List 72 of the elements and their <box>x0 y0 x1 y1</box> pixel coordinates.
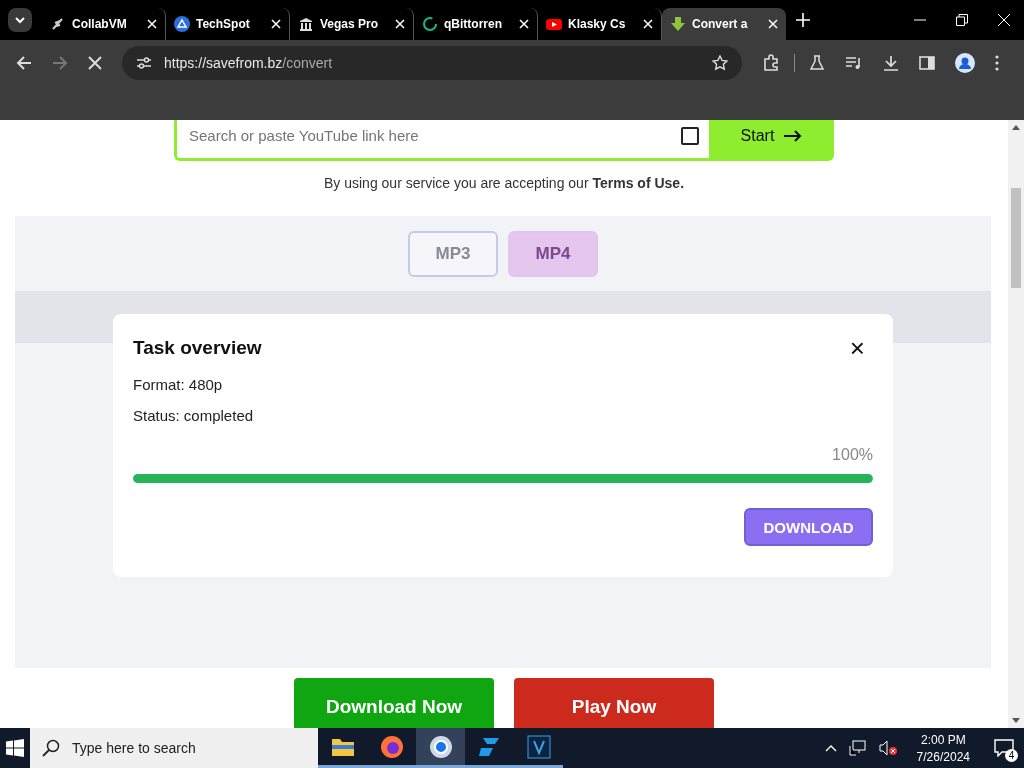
progress-percent: 100% <box>831 446 873 465</box>
arrow-right-icon <box>784 129 803 142</box>
clock-date: 7/26/2024 <box>916 749 970 764</box>
side-panel-icon[interactable] <box>919 54 935 71</box>
media-icon[interactable] <box>845 54 863 71</box>
tab-title: CollabVM <box>72 17 128 31</box>
browser-tab[interactable]: Convert a <box>662 8 786 40</box>
download-button[interactable]: DOWNLOAD <box>744 508 873 547</box>
close-icon[interactable] <box>271 19 281 29</box>
close-icon[interactable] <box>395 19 405 29</box>
site-icon <box>670 16 686 32</box>
notification-count: 4 <box>1005 749 1018 762</box>
dialog-title: Task overview <box>133 337 262 360</box>
start-button[interactable]: Start <box>709 120 834 162</box>
taskbar-app[interactable] <box>416 728 465 768</box>
action-button[interactable]: Play Now <box>514 678 714 728</box>
star-icon[interactable] <box>712 54 728 71</box>
address-bar[interactable]: https://savefrom.bz/convert <box>122 45 742 80</box>
app-icon <box>427 733 454 760</box>
v-icon <box>525 733 552 760</box>
site-icon <box>50 16 66 32</box>
scroll-down-icon[interactable] <box>1012 718 1020 724</box>
close-icon[interactable] <box>768 19 778 29</box>
tab-title: Klasky Cs <box>568 17 627 31</box>
search-field[interactable]: Search or paste YouTube link here <box>174 120 709 162</box>
close-icon[interactable] <box>998 14 1010 26</box>
tab-list-button[interactable] <box>8 8 32 32</box>
stop-icon[interactable] <box>88 55 102 70</box>
windows-start-icon[interactable] <box>6 739 24 757</box>
close-icon[interactable] <box>147 19 157 29</box>
chevron-down-icon <box>14 14 26 26</box>
scroll-thumb[interactable] <box>1011 188 1021 288</box>
close-icon[interactable] <box>643 19 653 29</box>
tab-title: TechSpot <box>196 17 251 31</box>
url-host: https://savefrom.bz <box>164 54 283 71</box>
flask-icon[interactable] <box>809 54 825 71</box>
profile-icon[interactable] <box>955 52 975 73</box>
checkbox-icon[interactable] <box>681 126 699 145</box>
new-tab-icon[interactable] <box>796 13 810 27</box>
search-icon <box>42 739 60 757</box>
site-settings-icon[interactable] <box>136 55 152 70</box>
site-icon <box>298 16 314 32</box>
site-icon <box>422 16 438 32</box>
puzzle-icon[interactable] <box>762 53 780 72</box>
network-icon[interactable] <box>848 740 867 756</box>
back-icon[interactable] <box>16 54 32 71</box>
search-placeholder: Type here to search <box>72 740 196 756</box>
app-icon <box>378 733 405 760</box>
taskbar-search[interactable]: Type here to search <box>30 728 318 768</box>
close-button[interactable]: × <box>841 335 873 362</box>
terms-text: By using our service you are accepting our Terms of Use. <box>324 175 684 192</box>
clock-time: 2:00 PM <box>920 732 966 747</box>
tab-title: Vegas Pro <box>320 17 380 31</box>
forward-icon[interactable] <box>52 54 68 71</box>
task-info: Format: 480p <box>133 376 224 394</box>
site-icon <box>546 16 562 32</box>
task-info: Status: completed <box>133 407 255 425</box>
site-icon <box>174 16 190 32</box>
tab-title: Convert a <box>692 17 749 31</box>
close-icon[interactable] <box>519 19 529 29</box>
restore-icon[interactable] <box>956 14 968 26</box>
download-icon[interactable] <box>883 54 899 71</box>
chevron-up-icon[interactable] <box>824 744 837 752</box>
notification-icon <box>994 739 1014 757</box>
format-tab[interactable]: MP4 <box>508 231 598 278</box>
menu-icon[interactable] <box>995 54 999 71</box>
url-path: /convert <box>282 54 333 71</box>
scroll-up-icon[interactable] <box>1012 124 1020 130</box>
tab-title: qBittorren <box>444 17 503 31</box>
search-input[interactable]: Search or paste YouTube link here <box>187 126 673 146</box>
notification-button[interactable]: 4 <box>984 728 1024 768</box>
volume-muted-icon[interactable] <box>878 740 897 756</box>
